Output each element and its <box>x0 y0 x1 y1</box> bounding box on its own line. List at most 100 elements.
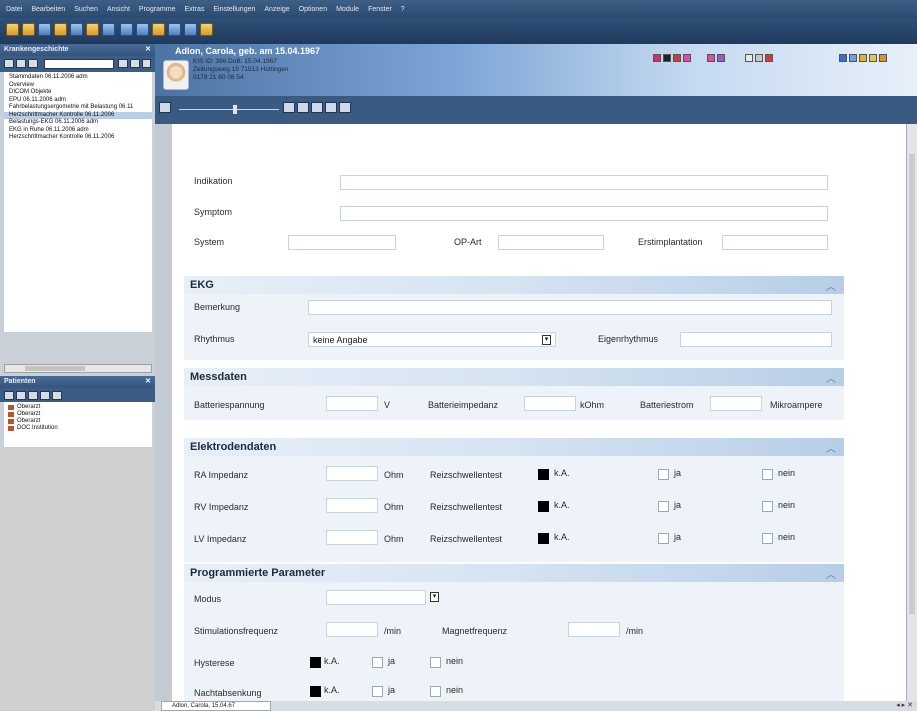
tab-nav-arrows-icon[interactable]: ◂ ▸ ✕ <box>896 701 913 709</box>
list-item[interactable]: Herzschrittmacher Kontrolle 06.11.2006 <box>4 134 152 142</box>
status-color-icon[interactable] <box>707 54 715 62</box>
calendar-icon[interactable] <box>136 23 149 36</box>
menu-programme[interactable]: Programme <box>139 6 176 13</box>
list-item-selected[interactable]: Herzschrittmacher Kontrolle 06.11.2006 <box>4 111 152 119</box>
section-elektroden-header[interactable]: Elektrodendaten ︿ <box>184 438 844 456</box>
erstimplantation-field[interactable] <box>722 235 828 250</box>
menu-module[interactable]: Module <box>336 6 359 13</box>
indikation-field[interactable] <box>340 175 828 190</box>
ka-checkbox[interactable] <box>538 501 549 512</box>
menu-help[interactable]: ? <box>401 6 405 13</box>
print-icon[interactable] <box>54 23 67 36</box>
add-icon[interactable] <box>4 391 14 400</box>
folder-icon[interactable] <box>6 23 19 36</box>
menu-ansicht[interactable]: Ansicht <box>107 6 130 13</box>
ja-checkbox[interactable] <box>372 657 383 668</box>
ka-checkbox[interactable] <box>310 657 321 668</box>
help-icon[interactable] <box>200 23 213 36</box>
close-icon[interactable]: ✕ <box>145 376 151 388</box>
status-color-icon[interactable] <box>717 54 725 62</box>
system-field[interactable] <box>288 235 396 250</box>
nein-checkbox[interactable] <box>430 657 441 668</box>
list-item[interactable]: EKG in Ruhe 06.11.2006 adm <box>4 127 152 135</box>
list-item[interactable]: DICOM Objekte <box>4 89 152 97</box>
list-item[interactable]: EPU 06.11.2006 adm <box>4 97 152 105</box>
rhythmus-select[interactable]: keine Angabe <box>308 332 556 347</box>
zoom-slider[interactable] <box>179 109 279 110</box>
symptom-field[interactable] <box>340 206 828 221</box>
list-item[interactable]: DOC Institution <box>4 425 152 432</box>
scroll-thumb[interactable] <box>25 366 85 371</box>
batteriestrom-field[interactable] <box>710 396 762 411</box>
filter-icon[interactable] <box>118 59 128 68</box>
nein-checkbox[interactable] <box>762 533 773 544</box>
bemerkung-field[interactable] <box>308 300 832 315</box>
report-icon[interactable] <box>152 23 165 36</box>
edit-icon[interactable] <box>28 391 38 400</box>
print-icon[interactable] <box>311 102 323 113</box>
status-color-icon[interactable] <box>663 54 671 62</box>
menu-optionen[interactable]: Optionen <box>299 6 327 13</box>
collapse-icon[interactable]: ︿ <box>826 566 836 581</box>
save-icon[interactable] <box>38 23 51 36</box>
magnetfrequenz-field[interactable] <box>568 622 620 637</box>
remove-icon[interactable] <box>16 391 26 400</box>
section-messdaten-header[interactable]: Messdaten ︿ <box>184 368 844 386</box>
print-icon[interactable] <box>52 391 62 400</box>
collapse-icon[interactable]: ︿ <box>826 370 836 385</box>
zoom-out-icon[interactable] <box>159 102 171 113</box>
edit-icon[interactable] <box>70 23 83 36</box>
stimulationsfrequenz-field[interactable] <box>326 622 378 637</box>
open-icon[interactable] <box>22 23 35 36</box>
tab-patient[interactable]: Adlon, Carola, 15.04.67 <box>161 701 271 711</box>
status-color-icon[interactable] <box>859 54 867 62</box>
status-color-icon[interactable] <box>653 54 661 62</box>
list-item[interactable]: Oberarzt <box>4 418 152 425</box>
status-color-icon[interactable] <box>683 54 691 62</box>
save-icon[interactable] <box>325 102 337 113</box>
ka-checkbox[interactable] <box>538 533 549 544</box>
chevron-down-icon[interactable]: ▾ <box>430 592 439 602</box>
menu-extras[interactable]: Extras <box>185 6 205 13</box>
menu-einstellungen[interactable]: Einstellungen <box>213 6 255 13</box>
nein-checkbox[interactable] <box>762 469 773 480</box>
expand-icon[interactable] <box>142 59 151 68</box>
status-color-icon[interactable] <box>869 54 877 62</box>
lv-impedanz-field[interactable] <box>326 530 378 545</box>
list-item[interactable]: Overview <box>4 82 152 90</box>
search-icon[interactable] <box>40 391 50 400</box>
status-color-icon[interactable] <box>745 54 753 62</box>
status-color-icon[interactable] <box>765 54 773 62</box>
nein-checkbox[interactable] <box>430 686 441 697</box>
back-icon[interactable] <box>4 59 14 68</box>
scroll-thumb[interactable] <box>909 154 915 614</box>
ka-checkbox[interactable] <box>310 686 321 697</box>
list-icon[interactable] <box>102 23 115 36</box>
collapse-icon[interactable]: ︿ <box>826 278 836 293</box>
batterieimpedanz-field[interactable] <box>524 396 576 411</box>
status-color-icon[interactable] <box>839 54 847 62</box>
zoom-in-icon[interactable] <box>283 102 295 113</box>
ja-checkbox[interactable] <box>658 501 669 512</box>
menu-fenster[interactable]: Fenster <box>368 6 392 13</box>
status-color-icon[interactable] <box>879 54 887 62</box>
list-item[interactable]: Oberarzt <box>4 404 152 411</box>
zoom-slider-handle[interactable] <box>233 105 237 114</box>
settings-icon[interactable] <box>168 23 181 36</box>
chevron-down-icon[interactable]: ▾ <box>542 335 551 345</box>
history-hscrollbar[interactable] <box>4 364 152 373</box>
ra-impedanz-field[interactable] <box>326 466 378 481</box>
collapse-icon[interactable]: ︿ <box>826 440 836 455</box>
list-item[interactable]: Fahrbelastungsergometrie mit Belastung 0… <box>4 104 152 112</box>
list-item[interactable]: Oberarzt <box>4 411 152 418</box>
export-icon[interactable] <box>339 102 351 113</box>
export-icon[interactable] <box>184 23 197 36</box>
fit-page-icon[interactable] <box>297 102 309 113</box>
section-parameter-header[interactable]: Programmierte Parameter ︿ <box>184 564 844 582</box>
form-vscrollbar[interactable] <box>906 124 917 701</box>
menu-datei[interactable]: Datei <box>6 6 22 13</box>
op-art-field[interactable] <box>498 235 604 250</box>
section-ekg-header[interactable]: EKG ︿ <box>184 276 844 294</box>
rv-impedanz-field[interactable] <box>326 498 378 513</box>
ka-checkbox[interactable] <box>538 469 549 480</box>
